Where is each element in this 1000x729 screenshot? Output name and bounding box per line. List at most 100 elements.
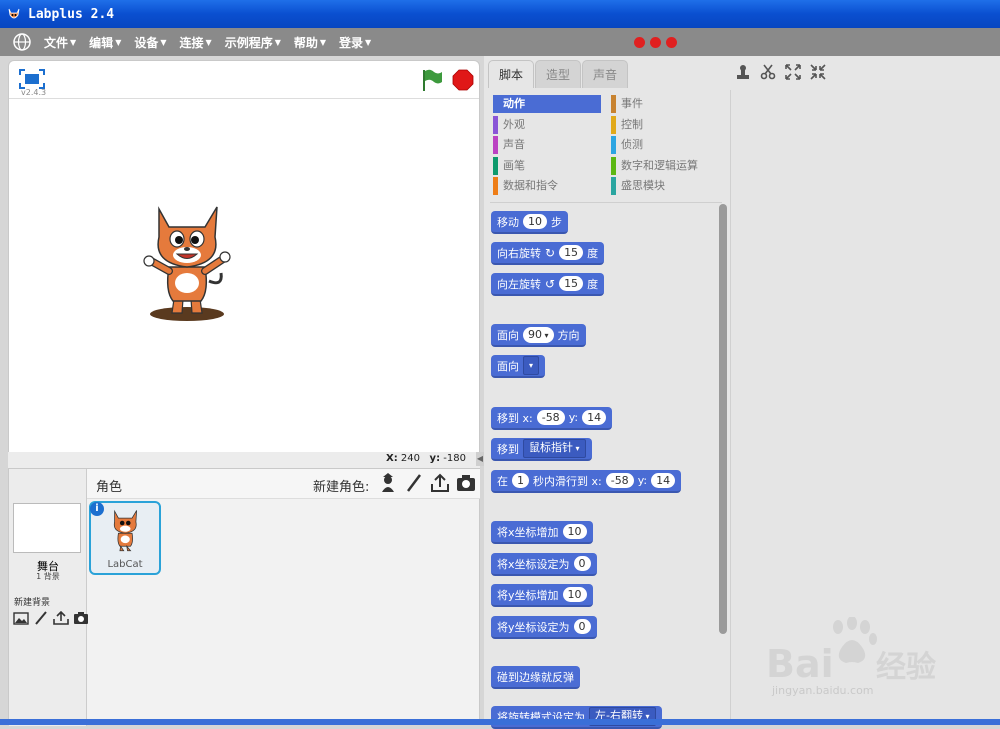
menu-login[interactable]: 登录 ▼	[339, 34, 371, 51]
category-sensing[interactable]: 侦测	[611, 136, 719, 154]
connection-status-dots	[634, 37, 677, 48]
stage-thumbnail[interactable]	[13, 503, 81, 553]
stage-column: 舞台 1 背景 新建背景	[9, 469, 89, 726]
fullscreen-icon[interactable]	[19, 69, 45, 89]
block-point-direction[interactable]: 面向 90方向	[491, 324, 586, 347]
block-input[interactable]: 15	[559, 276, 584, 291]
block-goto-target[interactable]: 移到 鼠标指针	[491, 438, 592, 461]
menu-file-label: 文件	[44, 35, 69, 50]
block-text: 移动	[497, 215, 519, 229]
category-data[interactable]: 数据和指令	[493, 177, 601, 195]
block-input-x[interactable]: -58	[536, 410, 565, 425]
block-input-x[interactable]: -58	[605, 473, 634, 488]
block-goto-xy[interactable]: 移到 x: -58 y: 14	[491, 407, 613, 430]
sprites-title: 角色	[96, 480, 123, 495]
block-input[interactable]: 15	[559, 245, 584, 260]
editor-tabs: 脚本 造型 声音	[484, 60, 730, 88]
sprite-tile-labcat[interactable]: i LabCat	[89, 501, 161, 575]
camera-sprite-icon[interactable]	[456, 473, 476, 493]
menu-device[interactable]: 设备 ▼	[134, 34, 166, 51]
block-bounce-edge[interactable]: 碰到边缘就反弹	[491, 666, 580, 689]
category-events[interactable]: 事件	[611, 95, 719, 113]
block-turn-right[interactable]: 向右旋转 ↻ 15 度	[491, 242, 605, 265]
watermark-url: jingyan.baidu.com	[772, 684, 874, 697]
menu-connect[interactable]: 连接 ▼	[180, 34, 212, 51]
labcat-sprite-image[interactable]	[139, 201, 239, 321]
sprite-panel: 舞台 1 背景 新建背景 角色 新建角色: i LabCat	[8, 468, 480, 726]
block-dropdown-input[interactable]: 90	[523, 326, 554, 343]
camera-icon[interactable]	[73, 611, 89, 625]
grow-icon[interactable]	[785, 64, 801, 80]
duplicate-stamp-icon[interactable]	[735, 64, 751, 80]
upload-sprite-icon[interactable]	[430, 473, 450, 493]
category-motion[interactable]: 动作	[493, 95, 601, 113]
category-labplus-modules[interactable]: 盛思模块	[611, 177, 719, 195]
category-sound[interactable]: 声音	[493, 136, 601, 154]
block-input[interactable]: 0	[573, 619, 591, 634]
category-looks[interactable]: 外观	[493, 116, 601, 134]
status-dot	[650, 37, 661, 48]
palette-scrollbar[interactable]	[719, 204, 727, 634]
block-input-secs[interactable]: 1	[512, 473, 529, 488]
menu-examples-label: 示例程序	[224, 35, 273, 50]
block-text: 向右旋转	[497, 246, 541, 260]
menu-edit[interactable]: 编辑 ▼	[89, 34, 121, 51]
block-change-y[interactable]: 将y坐标增加 10	[491, 584, 593, 607]
chevron-down-icon: ▼	[115, 37, 122, 47]
category-control[interactable]: 控制	[611, 116, 719, 134]
menu-file[interactable]: 文件 ▼	[44, 34, 76, 51]
delete-scissors-icon[interactable]	[760, 64, 776, 80]
paint-brush-icon[interactable]	[33, 611, 49, 625]
block-input[interactable]: 10	[523, 214, 547, 229]
svg-text:经验: 经验	[876, 650, 936, 685]
block-change-x[interactable]: 将x坐标增加 10	[491, 521, 593, 544]
block-point-towards[interactable]: 面向	[491, 355, 546, 378]
block-input-y[interactable]: 14	[651, 473, 676, 488]
block-set-y[interactable]: 将y坐标设定为 0	[491, 616, 597, 639]
block-input[interactable]: 10	[562, 524, 587, 539]
tab-scripts[interactable]: 脚本	[488, 60, 534, 88]
block-glide[interactable]: 在 1 秒内滑行到 x: -58 y: 14	[491, 470, 682, 493]
svg-text:Bai: Bai	[766, 642, 834, 686]
block-input[interactable]: 0	[573, 556, 591, 571]
category-label: 动作	[503, 97, 525, 110]
category-pen[interactable]: 画笔	[493, 157, 601, 175]
chevron-down-icon: ▼	[319, 37, 327, 47]
status-dot	[634, 37, 645, 48]
stop-icon[interactable]	[452, 69, 474, 91]
block-set-x[interactable]: 将x坐标设定为 0	[491, 553, 597, 576]
shrink-icon[interactable]	[810, 64, 826, 80]
green-flag-icon[interactable]	[421, 68, 443, 92]
background-library-icon[interactable]	[13, 611, 29, 625]
y-value: -180	[443, 453, 466, 464]
sprite-library-icon[interactable]	[378, 473, 398, 493]
menu-examples[interactable]: 示例程序 ▼	[225, 34, 281, 51]
block-turn-left[interactable]: 向左旋转 ↺ 15 度	[491, 273, 605, 296]
category-color-bar	[611, 157, 616, 175]
category-color-bar	[493, 136, 498, 154]
language-globe-icon[interactable]	[12, 32, 32, 52]
block-categories: 动作 事件 外观 控制 声音 侦测 画笔 数字和逻辑运算 数据和指令 盛思模块	[484, 92, 730, 200]
x-value: 240	[400, 453, 420, 464]
tab-sounds[interactable]: 声音	[582, 60, 628, 88]
menu-help[interactable]: 帮助 ▼	[294, 34, 326, 51]
block-dropdown[interactable]	[523, 356, 540, 375]
block-rotation-style[interactable]: 将旋转模式设定为 左-右翻转	[491, 706, 662, 729]
block-dropdown[interactable]: 鼠标指针	[523, 439, 586, 458]
block-text: 碰到边缘就反弹	[497, 670, 574, 684]
upload-icon[interactable]	[53, 611, 69, 625]
block-input[interactable]: 10	[562, 587, 587, 602]
info-icon[interactable]: i	[90, 502, 104, 516]
block-text: 在	[497, 474, 508, 488]
category-label: 控制	[621, 118, 643, 131]
category-label: 数字和逻辑运算	[621, 159, 698, 172]
tab-costumes[interactable]: 造型	[535, 60, 581, 88]
category-color-bar	[611, 177, 616, 195]
menu-connect-label: 连接	[179, 35, 204, 50]
stage-canvas[interactable]	[9, 99, 479, 453]
paint-sprite-icon[interactable]	[404, 473, 424, 493]
block-input-y[interactable]: 14	[582, 410, 607, 425]
collapse-stage-arrow-icon[interactable]: ◀	[476, 452, 484, 466]
category-operators[interactable]: 数字和逻辑运算	[611, 157, 719, 175]
block-move-steps[interactable]: 移动 10 步	[491, 211, 568, 234]
